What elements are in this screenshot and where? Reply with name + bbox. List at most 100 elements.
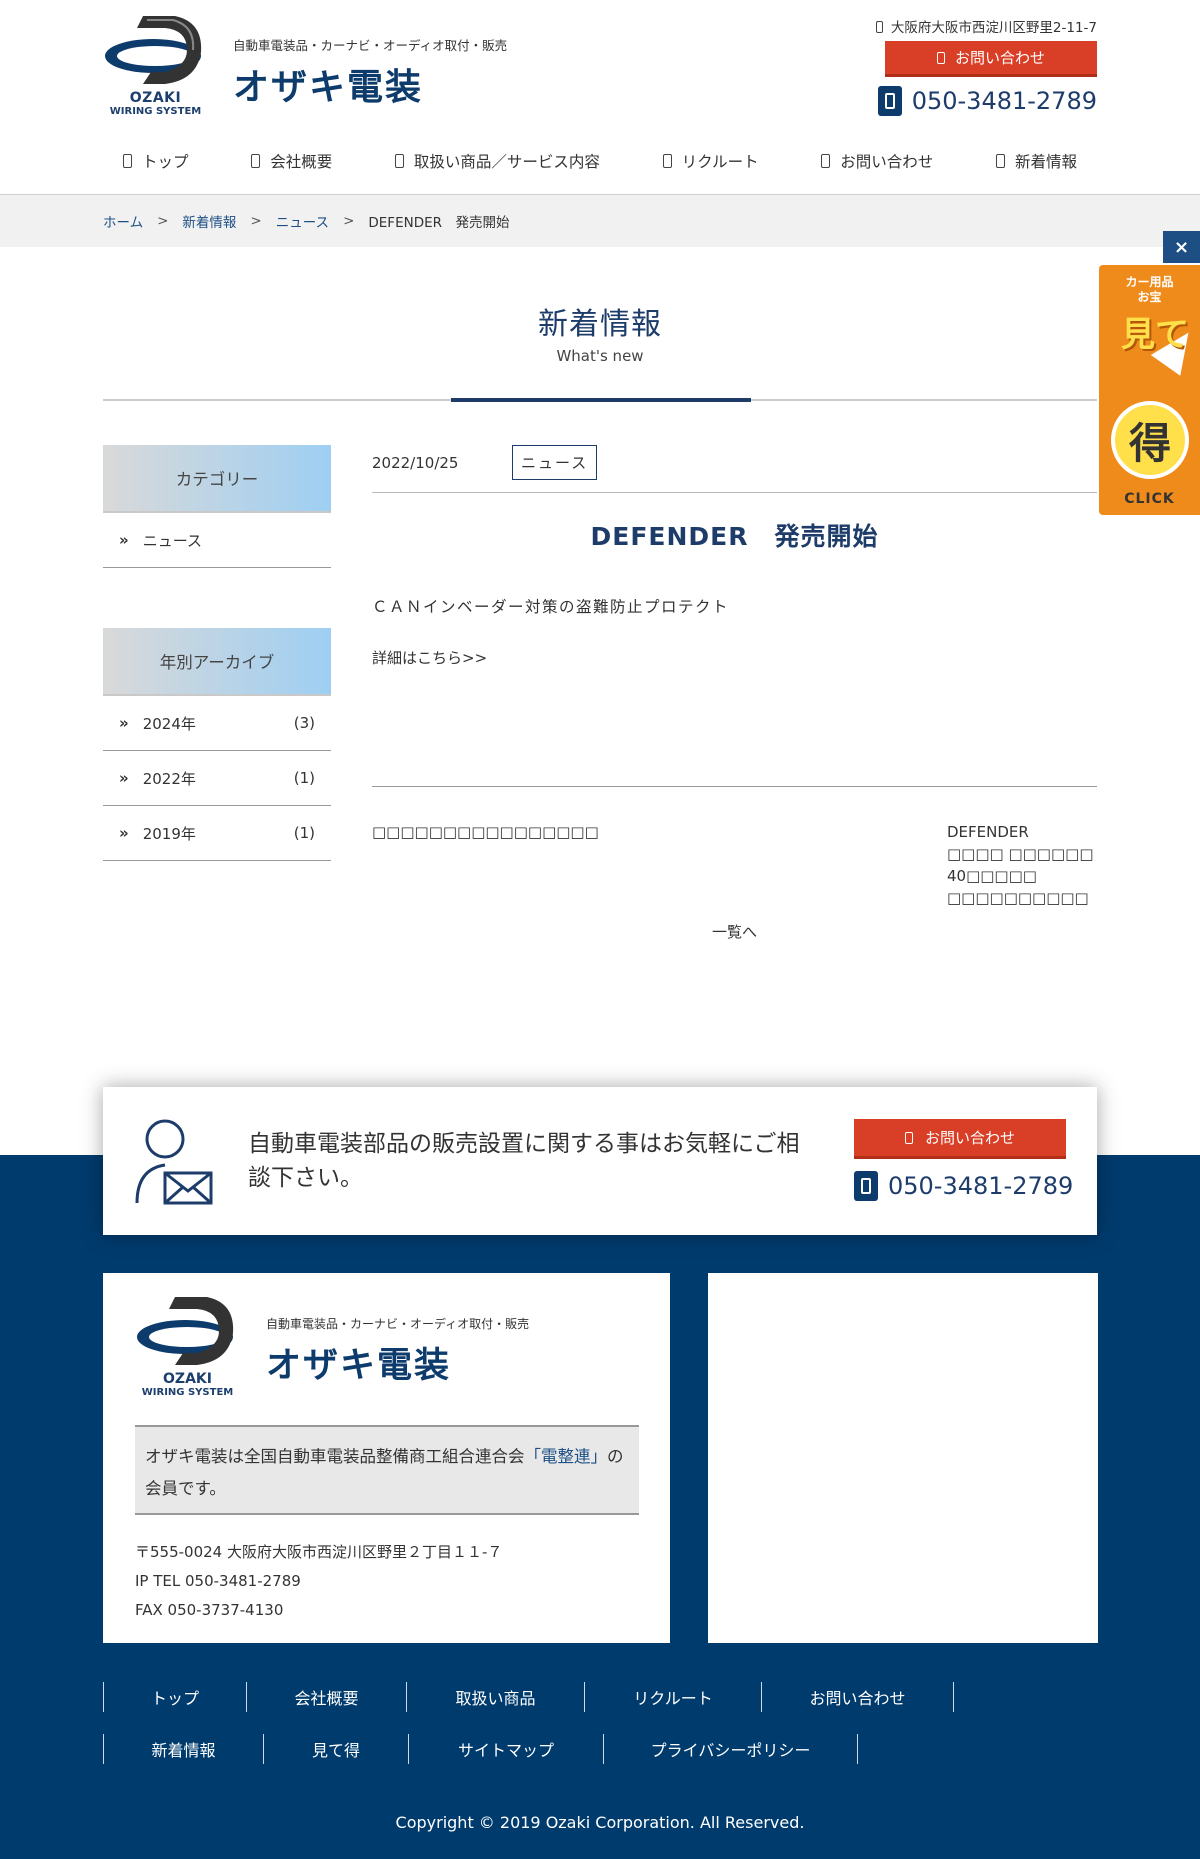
postal-address: 〒555-0024 大阪府大阪市西淀川区野里２丁目１１-７ bbox=[135, 1543, 503, 1561]
breadcrumb-separator: > bbox=[343, 213, 355, 229]
breadcrumb: ホーム > 新着情報 > ニュース > DEFENDER 発売開始 bbox=[0, 195, 1200, 247]
contact-cta: 自動車電装部品の販売設置に関する事はお気軽にご相談下さい。 お問い合わせ 050… bbox=[103, 1087, 1097, 1235]
person-mail-icon bbox=[135, 1119, 213, 1205]
logo-mark-icon bbox=[105, 16, 202, 84]
next-post-link[interactable]: DEFENDER □□□□ □□□□□□ 40□□□□□ □□□□□□□□□□ bbox=[947, 821, 1109, 909]
article-title: DEFENDER 発売開始 bbox=[590, 522, 879, 551]
footer-nav-company[interactable]: 会社概要 bbox=[246, 1682, 406, 1712]
cta-phone[interactable]: 050-3481-2789 bbox=[854, 1171, 1073, 1201]
category-heading: カテゴリー bbox=[103, 445, 331, 513]
mail-icon bbox=[936, 51, 945, 64]
banner-click: CLICK bbox=[1124, 491, 1175, 507]
nav-icon bbox=[662, 154, 672, 168]
nav-icon bbox=[821, 154, 831, 168]
nav-icon bbox=[251, 154, 261, 168]
nav-icon bbox=[995, 154, 1005, 168]
breadcrumb-category[interactable]: ニュース bbox=[276, 211, 329, 231]
nav-item-top[interactable]: トップ bbox=[123, 150, 189, 172]
site-logo[interactable]: OZAKI WIRING SYSTEM bbox=[103, 14, 208, 122]
footer-nav-mitetoku[interactable]: 見て得 bbox=[263, 1734, 408, 1764]
article-date: 2022/10/25 bbox=[372, 453, 459, 472]
breadcrumb-separator: > bbox=[157, 213, 169, 229]
sidebar: カテゴリー » ニュース 年別アーカイブ » 2024年 (3) » 2022年… bbox=[103, 445, 331, 942]
cta-contact-button[interactable]: お問い合わせ bbox=[854, 1119, 1066, 1159]
article-meta: 2022/10/25 ニュース bbox=[372, 445, 1097, 493]
post-navigation: □□□□□□□□□□□□□□□□ DEFENDER □□□□ □□□□□□ 40… bbox=[372, 821, 1109, 909]
news-article: 2022/10/25 ニュース DEFENDER 発売開始 ＣＡＮインベーダー対… bbox=[372, 445, 1109, 942]
footer-nav-sitemap[interactable]: サイトマップ bbox=[408, 1734, 603, 1764]
footer-logo[interactable]: OZAKI WIRING SYSTEM bbox=[135, 1295, 240, 1403]
phone-icon bbox=[877, 86, 902, 116]
footer-tagline: 自動車電装品・カーナビ・オーディオ取付・販売 bbox=[266, 1317, 530, 1331]
map-embed[interactable] bbox=[708, 1273, 1098, 1643]
archive-item-2022[interactable]: » 2022年 (1) bbox=[103, 751, 331, 806]
header-phone[interactable]: 050-3481-2789 bbox=[877, 86, 1097, 116]
archive-item-2024[interactable]: » 2024年 (3) bbox=[103, 696, 331, 751]
phone-icon bbox=[854, 1171, 878, 1201]
main-content: 新着情報 What's new カテゴリー » ニュース 年別アーカイブ » 2… bbox=[0, 299, 1200, 942]
phone-number: 050-3481-2789 bbox=[911, 87, 1097, 115]
logo-text: OZAKI bbox=[163, 1371, 212, 1387]
chevron-double-icon: » bbox=[119, 769, 129, 787]
footer-nav-products[interactable]: 取扱い商品 bbox=[406, 1682, 584, 1712]
archive-count: (3) bbox=[293, 714, 315, 732]
site-header: OZAKI WIRING SYSTEM 自動車電装品・カーナビ・オーディオ取付・… bbox=[0, 0, 1200, 195]
title-divider bbox=[103, 397, 1097, 402]
prev-post-link[interactable]: □□□□□□□□□□□□□□□□ bbox=[372, 821, 599, 909]
breadcrumb-news[interactable]: 新着情報 bbox=[182, 211, 236, 231]
logo-text: OZAKI bbox=[129, 90, 182, 106]
global-nav: トップ 会社概要 取扱い商品／サービス内容 リクルート お問い合わせ 新着情報 bbox=[103, 150, 1097, 172]
logo-mark-icon bbox=[137, 1297, 234, 1365]
denseiren-link[interactable]: 「電整連」 bbox=[525, 1447, 608, 1466]
breadcrumb-current: DEFENDER 発売開始 bbox=[368, 215, 510, 231]
footer-nav-privacy[interactable]: プライバシーポリシー bbox=[603, 1734, 858, 1764]
archive-heading: 年別アーカイブ bbox=[103, 628, 331, 696]
company-contact-info: 〒555-0024 大阪府大阪市西淀川区野里２丁目１１-７ IP TEL 050… bbox=[135, 1538, 502, 1625]
archive-item-2019[interactable]: » 2019年 (1) bbox=[103, 806, 331, 861]
category-list: » ニュース bbox=[103, 513, 331, 568]
footer-company-card: OZAKI WIRING SYSTEM 自動車電装品・カーナビ・オーディオ取付・… bbox=[103, 1273, 670, 1643]
banner-line1: カー用品 bbox=[1125, 275, 1174, 289]
footer-brand-name: オザキ電装 bbox=[266, 1346, 452, 1386]
back-to-list-link[interactable]: 一覧へ bbox=[712, 923, 757, 941]
mitetoku-banner[interactable]: カー用品 お宝 見て 得 CLICK bbox=[1099, 265, 1200, 515]
site-footer: OZAKI WIRING SYSTEM 自動車電装品・カーナビ・オーディオ取付・… bbox=[0, 1155, 1200, 1859]
chevron-double-icon: » bbox=[119, 824, 129, 842]
nav-item-contact[interactable]: お問い合わせ bbox=[821, 150, 933, 172]
contact-label: お問い合わせ bbox=[954, 49, 1045, 67]
brand-name[interactable]: オザキ電装 bbox=[233, 58, 423, 110]
mail-icon bbox=[904, 1131, 913, 1144]
footer-nav-contact[interactable]: お問い合わせ bbox=[761, 1682, 954, 1712]
article-detail-link[interactable]: 詳細はこちら>> bbox=[372, 647, 1097, 668]
footer-nav-news[interactable]: 新着情報 bbox=[103, 1734, 263, 1764]
breadcrumb-home[interactable]: ホーム bbox=[103, 211, 143, 231]
chevron-double-icon: » bbox=[119, 531, 129, 549]
fax: FAX 050-3737-4130 bbox=[135, 1601, 284, 1619]
nav-item-news[interactable]: 新着情報 bbox=[995, 150, 1077, 172]
nav-icon bbox=[123, 154, 132, 168]
banner-line2: お宝 bbox=[1137, 290, 1162, 304]
copyright: Copyright © 2019 Ozaki Corporation. All … bbox=[395, 1813, 805, 1832]
footer-nav-recruit[interactable]: リクルート bbox=[584, 1682, 761, 1712]
page-title-ja: 新着情報 bbox=[538, 307, 662, 342]
nav-icon bbox=[394, 154, 404, 168]
logo-subtext: WIRING SYSTEM bbox=[141, 1387, 234, 1398]
article-category-tag[interactable]: ニュース bbox=[512, 445, 598, 480]
breadcrumb-separator: > bbox=[250, 213, 262, 229]
chevron-double-icon: » bbox=[119, 714, 129, 732]
address-text: 大阪府大阪市西淀川区野里2-11-7 bbox=[890, 20, 1097, 36]
brand-tagline: 自動車電装品・カーナビ・オーディオ取付・販売 bbox=[233, 38, 508, 53]
nav-item-recruit[interactable]: リクルート bbox=[662, 150, 759, 172]
nav-item-company[interactable]: 会社概要 bbox=[251, 150, 332, 172]
archive-count: (1) bbox=[293, 824, 315, 842]
nav-item-products[interactable]: 取扱い商品／サービス内容 bbox=[394, 150, 600, 172]
archive-list: » 2024年 (3) » 2022年 (1) » 2019年 (1) bbox=[103, 696, 331, 861]
logo-subtext: WIRING SYSTEM bbox=[109, 106, 202, 117]
footer-nav-top[interactable]: トップ bbox=[103, 1682, 246, 1712]
close-icon[interactable]: × bbox=[1163, 231, 1200, 263]
cta-message: 自動車電装部品の販売設置に関する事はお気軽にご相談下さい。 bbox=[248, 1131, 800, 1191]
page-title: 新着情報 What's new bbox=[0, 299, 1200, 365]
category-item-news[interactable]: » ニュース bbox=[103, 513, 331, 568]
archive-count: (1) bbox=[293, 769, 315, 787]
header-contact-button[interactable]: お問い合わせ bbox=[885, 41, 1097, 77]
